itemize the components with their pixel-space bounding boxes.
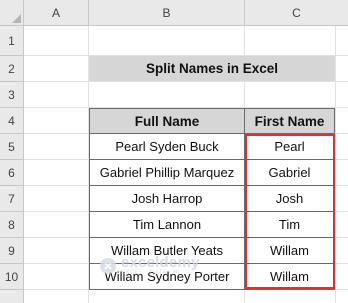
gridline xyxy=(24,81,348,82)
cell-first-name[interactable]: Tim xyxy=(245,212,335,238)
cell-first-name[interactable]: Pearl xyxy=(245,134,335,160)
cell-full-name[interactable]: Josh Harrop xyxy=(89,186,245,212)
spreadsheet-grid[interactable]: A B C 1 2 3 4 5 6 7 8 9 10 Split Names i… xyxy=(0,0,348,303)
cell-full-name[interactable]: Willam Butler Yeats xyxy=(89,238,245,264)
cell-full-name[interactable]: Tim Lannon xyxy=(89,212,245,238)
row-header-11-partial[interactable] xyxy=(0,290,24,303)
sheet-title[interactable]: Split Names in Excel xyxy=(89,56,335,81)
header-full-name[interactable]: Full Name xyxy=(89,108,245,134)
select-all-triangle-icon xyxy=(12,14,21,23)
row-header-7[interactable]: 7 xyxy=(0,186,24,212)
row-header-4[interactable]: 4 xyxy=(0,108,24,134)
cell-full-name[interactable]: Pearl Syden Buck xyxy=(89,134,245,160)
cell-first-name[interactable]: Willam xyxy=(245,264,335,290)
cell-first-name[interactable]: Josh xyxy=(245,186,335,212)
row-header-6[interactable]: 6 xyxy=(0,160,24,186)
row-header-1[interactable]: 1 xyxy=(0,26,24,56)
column-header-b[interactable]: B xyxy=(89,0,245,26)
header-first-name[interactable]: First Name xyxy=(245,108,335,134)
row-header-2[interactable]: 2 xyxy=(0,56,24,82)
row-header-10[interactable]: 10 xyxy=(0,264,24,290)
row-header-3[interactable]: 3 xyxy=(0,82,24,108)
cell-full-name[interactable]: Gabriel Phillip Marquez xyxy=(89,160,245,186)
row-header-9[interactable]: 9 xyxy=(0,238,24,264)
cell-first-name[interactable]: Gabriel xyxy=(245,160,335,186)
row-header-8[interactable]: 8 xyxy=(0,212,24,238)
select-all-corner[interactable] xyxy=(0,0,24,26)
column-header-a[interactable]: A xyxy=(24,0,89,26)
gridline xyxy=(335,26,336,303)
column-header-c[interactable]: C xyxy=(245,0,348,26)
cell-first-name[interactable]: Willam xyxy=(245,238,335,264)
cell-full-name[interactable]: Willam Sydney Porter xyxy=(89,264,245,290)
row-header-5[interactable]: 5 xyxy=(0,134,24,160)
